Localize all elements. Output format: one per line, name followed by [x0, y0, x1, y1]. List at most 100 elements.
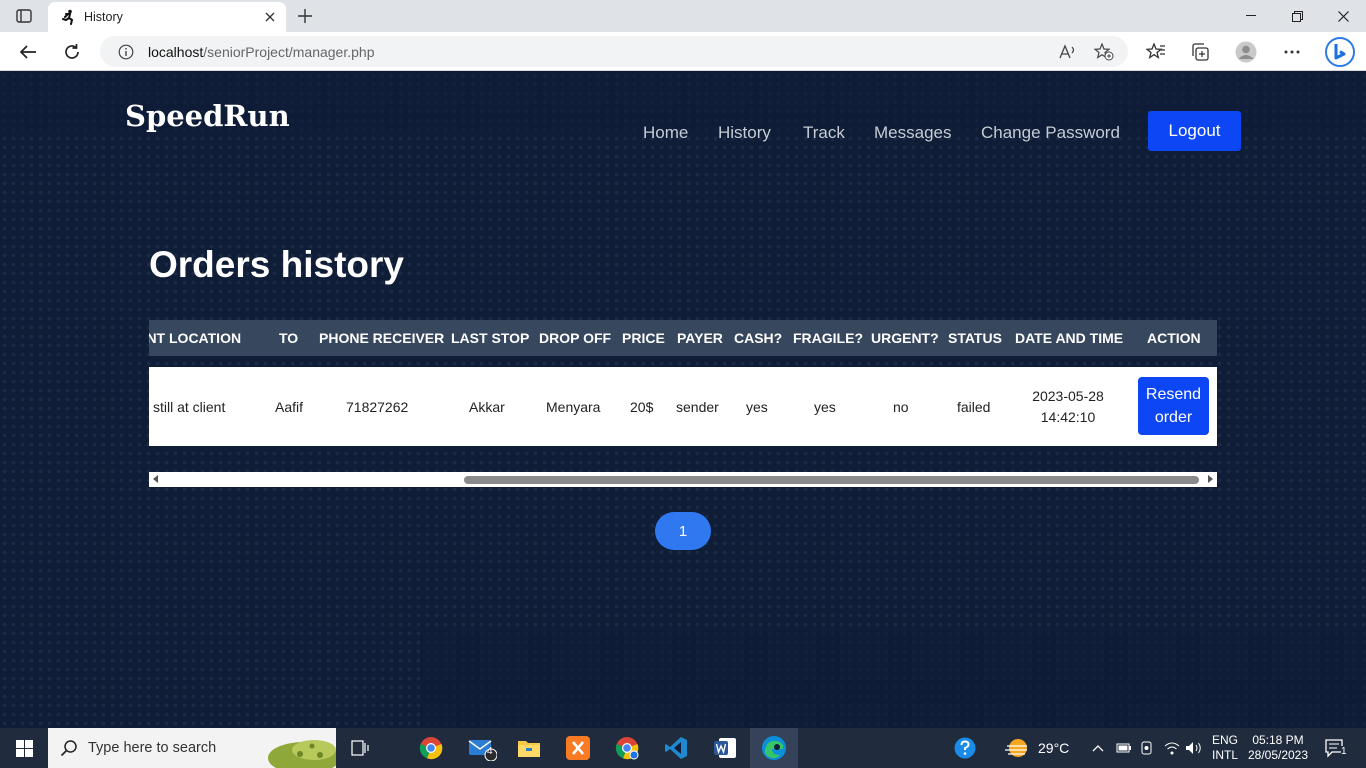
address-url: localhost/seniorProject/manager.php — [148, 44, 374, 60]
back-arrow-icon[interactable] — [16, 40, 40, 64]
taskbar-search[interactable]: Type here to search — [48, 728, 336, 768]
cell-fragile: yes — [814, 398, 836, 415]
nav-track[interactable]: Track — [803, 123, 845, 143]
new-tab-icon[interactable] — [296, 7, 314, 25]
search-placeholder: Type here to search — [88, 740, 217, 756]
tab-actions-icon[interactable] — [10, 6, 38, 26]
taskbar: Type here to search 4 29°C ENG INTL 05:1… — [0, 728, 1366, 768]
logout-button[interactable]: Logout — [1148, 111, 1241, 151]
running-person-icon — [60, 9, 76, 25]
minimize-icon[interactable] — [1228, 0, 1274, 32]
restore-icon[interactable] — [1274, 0, 1320, 32]
cell-urgent: no — [893, 398, 909, 415]
chrome-profile-icon[interactable] — [610, 728, 644, 768]
col-status: STATUS — [948, 330, 1002, 346]
scrollbar-thumb[interactable] — [464, 476, 1199, 484]
col-last-stop: LAST STOP — [451, 330, 530, 346]
clock-time: 05:18 PM — [1252, 733, 1304, 747]
browser-tab[interactable]: History — [48, 2, 286, 32]
resend-order-button[interactable]: Resend order — [1138, 377, 1209, 435]
clock-date: 28/05/2023 — [1247, 748, 1309, 762]
url-host: localhost — [148, 43, 204, 60]
profile-avatar-icon[interactable] — [1234, 40, 1258, 64]
site-info-icon[interactable] — [118, 44, 134, 60]
battery-icon[interactable] — [1114, 728, 1134, 768]
meet-now-icon[interactable] — [1138, 728, 1156, 768]
weather-icon[interactable] — [1002, 728, 1032, 768]
pagination-page-1[interactable]: 1 — [655, 512, 711, 550]
volume-icon[interactable] — [1184, 728, 1204, 768]
help-icon[interactable] — [948, 728, 982, 768]
window-close-icon[interactable] — [1320, 0, 1366, 32]
col-action: ACTION — [1147, 330, 1201, 346]
cell-date-time: 2023-05-28 14:42:10 — [1027, 367, 1109, 446]
collections-icon[interactable] — [1188, 40, 1212, 64]
search-highlight-image-icon — [268, 740, 336, 768]
col-cash: CASH? — [734, 330, 783, 346]
col-payer: PAYER — [677, 330, 723, 346]
notification-count: 1 — [1341, 746, 1347, 757]
xampp-icon[interactable] — [561, 728, 595, 768]
nav-home[interactable]: Home — [643, 123, 688, 143]
bing-copilot-icon[interactable] — [1324, 36, 1356, 68]
col-price: PRICE — [622, 330, 665, 346]
language-indicator[interactable]: ENG INTL — [1209, 728, 1241, 768]
language-2: INTL — [1211, 748, 1238, 762]
page-content: SpeedRun Home History Track Messages Cha… — [0, 71, 1366, 728]
mail-icon[interactable]: 4 — [462, 728, 502, 768]
edge-icon[interactable] — [750, 728, 798, 768]
address-bar[interactable]: localhost/seniorProject/manager.php — [100, 36, 1128, 67]
mail-badge: 4 — [487, 746, 493, 757]
chrome-icon[interactable] — [414, 728, 448, 768]
nav-history[interactable]: History — [718, 123, 771, 143]
brand-logo[interactable]: SpeedRun — [125, 99, 290, 133]
add-favorite-icon[interactable] — [1092, 40, 1116, 64]
cell-price: 20$ — [630, 398, 654, 415]
browser-tab-strip: History — [0, 0, 1366, 32]
map-mask — [420, 631, 1366, 728]
col-phone-receiver: PHONE RECEIVER — [319, 330, 445, 346]
table-header: RENT LOCATION TO PHONE RECEIVER LAST STO… — [149, 320, 1217, 356]
language-1: ENG — [1211, 733, 1238, 747]
col-fragile: FRAGILE? — [793, 330, 863, 346]
vscode-icon[interactable] — [659, 728, 693, 768]
word-icon[interactable] — [708, 728, 742, 768]
favorites-icon[interactable] — [1144, 40, 1168, 64]
cell-to: Aafif — [275, 398, 304, 415]
temperature: 29°C — [1038, 740, 1070, 756]
scroll-left-arrow-icon[interactable] — [153, 475, 158, 483]
page-title: Orders history — [149, 244, 404, 285]
browser-toolbar: localhost/seniorProject/manager.php — [0, 32, 1366, 71]
cell-payer: sender — [676, 398, 719, 415]
tab-title: History — [84, 10, 123, 24]
more-menu-icon[interactable] — [1280, 40, 1304, 64]
col-drop-off: DROP OFF — [539, 330, 612, 346]
cell-current-location: still at client — [153, 398, 226, 415]
show-hidden-icons-icon[interactable] — [1090, 728, 1106, 768]
col-urgent: URGENT? — [871, 330, 939, 346]
search-icon — [60, 740, 77, 757]
file-explorer-icon[interactable] — [512, 728, 546, 768]
refresh-icon[interactable] — [60, 40, 84, 64]
cell-phone-receiver: 71827262 — [346, 398, 409, 415]
url-path: /seniorProject/manager.php — [203, 43, 375, 60]
cell-time: 14:42:10 — [1040, 408, 1096, 425]
notifications-icon[interactable]: 1 — [1318, 728, 1352, 768]
nav-change-password[interactable]: Change Password — [981, 123, 1120, 143]
col-rent-location: RENT LOCATION — [149, 330, 242, 346]
read-aloud-icon[interactable] — [1056, 40, 1080, 64]
tab-close-icon[interactable] — [262, 9, 278, 25]
task-view-icon[interactable] — [346, 728, 374, 768]
cell-status: failed — [957, 398, 991, 415]
col-date-time: DATE AND TIME — [1015, 330, 1124, 346]
windows-start-icon[interactable] — [0, 728, 48, 768]
horizontal-scrollbar[interactable] — [149, 472, 1217, 487]
table-row: still at client Aafif 71827262 Akkar Men… — [149, 367, 1217, 446]
scroll-right-arrow-icon[interactable] — [1208, 475, 1213, 483]
nav-messages[interactable]: Messages — [874, 123, 951, 143]
cell-cash: yes — [746, 398, 768, 415]
cell-date: 2023-05-28 — [1032, 387, 1104, 404]
cell-drop-off: Menyara — [546, 398, 601, 415]
clock[interactable]: 05:18 PM 28/05/2023 — [1246, 728, 1310, 768]
wifi-icon[interactable] — [1162, 728, 1182, 768]
